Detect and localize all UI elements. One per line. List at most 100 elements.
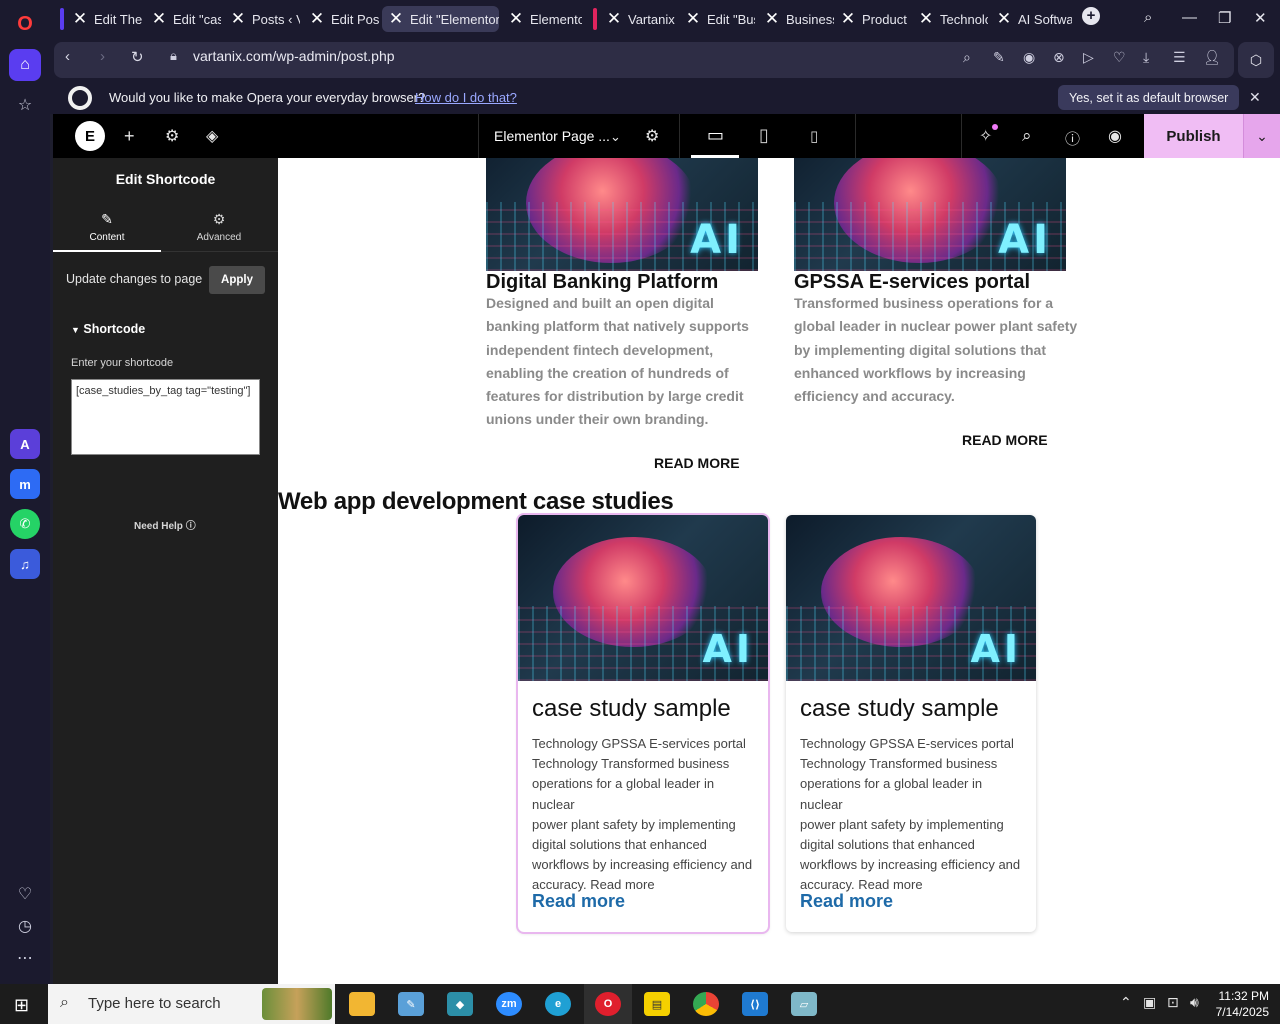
camera-icon[interactable]: ◉ <box>1023 49 1035 66</box>
show-hidden-icons-chevron-icon[interactable]: ⌃ <box>1120 994 1132 1011</box>
read-more-link[interactable]: Read more <box>532 891 625 912</box>
edge-icon[interactable]: e <box>545 992 571 1016</box>
tab-edit-post[interactable]: ✕ Edit Post <box>303 6 379 32</box>
set-default-button[interactable]: Yes, set it as default browser <box>1058 85 1240 110</box>
tab-posts[interactable]: ✕ Posts ‹ Va <box>224 6 300 32</box>
zoom-icon[interactable]: zm <box>496 992 522 1016</box>
tab-technology[interactable]: ✕ Technolo <box>912 6 988 32</box>
opera-icon[interactable]: O <box>595 992 621 1016</box>
tab-ai-software[interactable]: ✕ AI Softwa <box>990 6 1072 32</box>
chevron-down-icon[interactable]: ⌄ <box>610 129 621 145</box>
taskbar-search[interactable]: ⌕ Type here to search <box>48 984 335 1024</box>
mobile-view-icon[interactable]: ▯ <box>810 127 818 145</box>
screen: O ⌂ ☆ A m ✆ ♫ ♡ ◷ ⋯ ✕ Edit Ther ✕ Edit "ca… <box>0 0 1280 1024</box>
elementor-x-icon: ✕ <box>508 9 524 28</box>
extensions-cube-icon[interactable]: ⬡ <box>1238 42 1274 78</box>
messenger-icon[interactable]: m <box>10 469 40 499</box>
help-icon[interactable]: ⓘ <box>1065 128 1080 149</box>
tab-content[interactable]: ✎ Content <box>53 202 161 252</box>
new-tab-plus-icon[interactable]: + <box>1082 7 1100 25</box>
url-text[interactable]: vartanix.com/wp-admin/post.php <box>193 48 395 64</box>
tab-search-icon[interactable]: ⌕ <box>1144 9 1152 26</box>
tab-edit-case[interactable]: ✕ Edit "case <box>145 6 221 32</box>
structure-layers-icon[interactable]: ◈ <box>206 126 218 146</box>
minimize-icon[interactable]: — <box>1182 9 1197 26</box>
meet-now-icon[interactable]: ▣ <box>1143 994 1156 1011</box>
read-more-link[interactable]: READ MORE <box>654 455 740 471</box>
volume-icon[interactable]: 🔊︎ <box>1190 994 1199 1011</box>
profile-icon[interactable]: 👤︎ <box>1203 49 1221 66</box>
elementor-logo-icon[interactable]: E <box>75 121 105 151</box>
network-icon[interactable]: ⊡ <box>1167 994 1179 1011</box>
edit-icon[interactable]: ✎ <box>993 49 1005 66</box>
shortcode-textarea[interactable]: [case_studies_by_tag tag="testing"] <box>71 379 260 455</box>
page-settings-gear-icon[interactable]: ⚙ <box>645 126 659 146</box>
tab-elementor[interactable]: ✕ Elemento <box>502 6 582 32</box>
address-bar-row: ‹ › ↻ 🔒︎ vartanix.com/wp-admin/post.php … <box>50 38 1280 82</box>
tab-vartanix[interactable]: ✕ Vartanix | <box>600 6 676 32</box>
shortcode-section-toggle[interactable]: ▼ Shortcode <box>71 322 145 336</box>
opera-menu-icon[interactable]: O <box>9 8 41 40</box>
forward-icon[interactable]: › <box>100 48 105 65</box>
site-settings-icon[interactable]: ⚙︎ <box>165 126 179 146</box>
player-icon[interactable]: ▷ <box>1083 49 1094 66</box>
publish-options-chevron-icon[interactable]: ⌄ <box>1243 114 1280 158</box>
heart-icon[interactable]: ♡ <box>1113 49 1126 66</box>
add-element-icon[interactable]: + <box>124 126 135 147</box>
file-explorer-icon[interactable] <box>349 992 375 1016</box>
reload-icon[interactable]: ↻ <box>131 48 144 66</box>
ad-blocker-icon[interactable]: ⊗ <box>1053 49 1065 66</box>
tab-advanced[interactable]: ⚙ Advanced <box>165 202 273 252</box>
aria-app-icon[interactable]: A <box>10 429 40 459</box>
body-line: operations for a global leader in nuclea… <box>532 776 715 812</box>
tab-business[interactable]: ✕ Business <box>758 6 834 32</box>
case-study-title[interactable]: Digital Banking Platform <box>486 271 718 294</box>
close-icon[interactable]: ✕ <box>1249 89 1261 106</box>
body-line: operations for a global leader in nuclea… <box>800 776 983 812</box>
read-more-link[interactable]: READ MORE <box>962 432 1048 448</box>
restore-icon[interactable]: ❐ <box>1218 9 1231 27</box>
preview-eye-icon[interactable]: ◉ <box>1108 126 1122 146</box>
tab-edit-elementor-active[interactable]: ✕ Edit "Elementor <box>382 6 499 32</box>
windows-start-icon[interactable]: ⊞ <box>14 995 29 1016</box>
case-study-title[interactable]: GPSSA E-services portal <box>794 271 1030 294</box>
need-help-link[interactable]: Need Help ⓘ <box>134 517 196 532</box>
body-line: workflows by increasing efficiency and <box>800 857 1021 873</box>
back-icon[interactable]: ‹ <box>65 48 70 65</box>
vscode-icon[interactable]: ⟨⟩ <box>742 992 768 1016</box>
page-name-dropdown[interactable]: Elementor Page ... <box>494 128 610 144</box>
read-more-link[interactable]: Read more <box>800 891 893 912</box>
chrome-icon[interactable] <box>693 992 719 1016</box>
tablet-view-icon[interactable]: ▯ <box>759 125 769 146</box>
download-icon[interactable]: ⤓ <box>1143 49 1149 66</box>
close-window-icon[interactable]: ✕ <box>1254 9 1267 27</box>
page-search-icon[interactable]: ⌕ <box>963 49 971 66</box>
sticky-notes-icon[interactable]: ▤ <box>644 992 670 1016</box>
desktop-view-icon[interactable]: ▭ <box>707 125 724 146</box>
need-help-text: Need Help <box>134 521 183 532</box>
tab-edit-theme[interactable]: ✕ Edit Ther <box>66 6 142 32</box>
paint-app-icon[interactable]: ✎ <box>398 992 424 1016</box>
history-clock-icon[interactable]: ◷ <box>9 910 41 942</box>
tab-edit-business[interactable]: ✕ Edit "Bus <box>679 6 755 32</box>
notepad-app-icon[interactable]: ▱ <box>791 992 817 1016</box>
desc-line: banking platform that natively supports <box>486 318 749 335</box>
how-do-i-link[interactable]: How do I do that? <box>415 90 517 105</box>
tab-product[interactable]: ✕ Product <box>834 6 910 32</box>
favorites-heart-icon[interactable]: ♡ <box>9 878 41 910</box>
notifications-rocket-icon[interactable]: ✧ <box>979 126 992 146</box>
whatsapp-icon[interactable]: ✆ <box>10 509 40 539</box>
music-player-icon[interactable]: ♫ <box>10 549 40 579</box>
gem-app-icon[interactable]: ◆ <box>447 992 473 1016</box>
case-study-card[interactable]: AI case study sample Technology GPSSA E-… <box>516 513 770 934</box>
system-clock[interactable]: 11:32 PM 7/14/2025 <box>1213 988 1269 1020</box>
case-study-card[interactable]: AI case study sample Technology GPSSA E-… <box>786 515 1036 932</box>
easy-setup-icon[interactable]: ☰ <box>1173 49 1186 66</box>
apply-button[interactable]: Apply <box>209 266 265 294</box>
speed-dial-star-icon[interactable]: ☆ <box>9 89 41 121</box>
finder-search-icon[interactable]: ⌕ <box>1022 126 1032 146</box>
desc-line: independent fintech development, <box>486 341 714 358</box>
publish-button[interactable]: Publish <box>1144 114 1243 158</box>
more-options-icon[interactable]: ⋯ <box>9 942 41 974</box>
home-icon[interactable]: ⌂ <box>9 49 41 81</box>
